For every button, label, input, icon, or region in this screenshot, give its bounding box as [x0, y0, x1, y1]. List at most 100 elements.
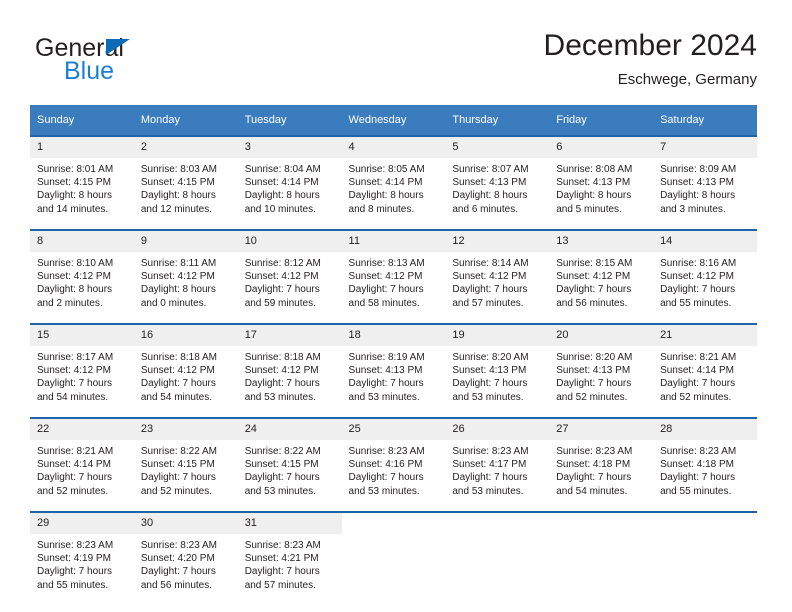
daylight-text-line1: Daylight: 7 hours	[452, 378, 528, 390]
daylight-text-line1: Daylight: 7 hours	[452, 472, 528, 484]
sunrise-text: Sunrise: 8:15 AM	[556, 258, 633, 269]
daylight-text-line1: Daylight: 7 hours	[244, 284, 320, 296]
day-number-empty	[341, 513, 446, 534]
sunrise-text: Sunrise: 8:23 AM	[556, 446, 633, 457]
sunset-text: Sunset: 4:12 PM	[140, 271, 215, 283]
day-number: 22	[30, 419, 134, 440]
day-number: 6	[549, 137, 654, 158]
day-cell: Sunrise: 8:13 AM Sunset: 4:12 PM Dayligh…	[341, 252, 446, 323]
daylight-text-line1: Daylight: 7 hours	[140, 378, 216, 390]
daylight-text-line2: and 55 minutes.	[37, 579, 109, 591]
daylight-text-line1: Daylight: 7 hours	[244, 472, 320, 484]
day-number: 27	[549, 419, 654, 440]
day-cell: Sunrise: 8:21 AM Sunset: 4:14 PM Dayligh…	[30, 440, 134, 511]
logo-text-blue: Blue	[64, 57, 115, 85]
sunrise-text: Sunrise: 8:11 AM	[140, 258, 217, 269]
daylight-text-line2: and 57 minutes.	[244, 579, 316, 591]
day-number-row: 8 9 10 11 12 13 14	[30, 231, 757, 252]
day-number: 15	[30, 325, 134, 346]
daylight-text-line1: Daylight: 7 hours	[348, 378, 424, 390]
daylight-text-line2: and 54 minutes.	[37, 391, 109, 403]
daylight-text-line1: Daylight: 8 hours	[452, 190, 528, 202]
day-number: 8	[30, 231, 134, 252]
day-number: 10	[237, 231, 342, 252]
weekday-header-thursday: Thursday	[445, 105, 550, 135]
page-title: December 2024	[543, 29, 757, 62]
daylight-text-line2: and 12 minutes.	[140, 203, 213, 215]
daylight-text-line2: and 55 minutes.	[660, 485, 732, 497]
daylight-text-line2: and 53 minutes.	[452, 391, 524, 403]
day-number: 17	[237, 325, 342, 346]
day-number-row: 1 2 3 4 5 6 7	[30, 137, 757, 158]
day-number-empty	[653, 513, 757, 534]
daylight-text-line1: Daylight: 8 hours	[348, 190, 424, 202]
sunset-text: Sunset: 4:15 PM	[140, 177, 215, 189]
daylight-text-line1: Daylight: 7 hours	[556, 378, 632, 390]
daylight-text-line2: and 53 minutes.	[244, 391, 316, 403]
day-number: 23	[133, 419, 238, 440]
day-cell: Sunrise: 8:19 AM Sunset: 4:13 PM Dayligh…	[341, 346, 446, 417]
sunrise-text: Sunrise: 8:22 AM	[140, 446, 217, 457]
day-number: 4	[341, 137, 446, 158]
sunset-text: Sunset: 4:13 PM	[556, 177, 631, 189]
sunset-text: Sunset: 4:18 PM	[556, 459, 631, 471]
sunrise-text: Sunrise: 8:18 AM	[244, 352, 321, 363]
day-cell: Sunrise: 8:03 AM Sunset: 4:15 PM Dayligh…	[133, 158, 238, 229]
sunset-text: Sunset: 4:12 PM	[37, 271, 111, 283]
daylight-text-line2: and 0 minutes.	[140, 297, 207, 309]
day-number: 5	[445, 137, 550, 158]
day-cell-empty	[445, 534, 550, 605]
day-detail-row: Sunrise: 8:23 AM Sunset: 4:19 PM Dayligh…	[30, 534, 757, 605]
day-cell: Sunrise: 8:08 AM Sunset: 4:13 PM Dayligh…	[549, 158, 654, 229]
day-cell: Sunrise: 8:05 AM Sunset: 4:14 PM Dayligh…	[341, 158, 446, 229]
day-cell-empty	[341, 534, 446, 605]
day-cell: Sunrise: 8:23 AM Sunset: 4:21 PM Dayligh…	[237, 534, 342, 605]
daylight-text-line1: Daylight: 8 hours	[140, 284, 216, 296]
day-cell: Sunrise: 8:23 AM Sunset: 4:18 PM Dayligh…	[549, 440, 654, 511]
daylight-text-line1: Daylight: 8 hours	[37, 284, 113, 296]
day-cell: Sunrise: 8:09 AM Sunset: 4:13 PM Dayligh…	[653, 158, 757, 229]
sunset-text: Sunset: 4:12 PM	[348, 271, 423, 283]
day-number: 2	[133, 137, 238, 158]
sunset-text: Sunset: 4:13 PM	[660, 177, 734, 189]
daylight-text-line1: Daylight: 7 hours	[140, 566, 216, 578]
daylight-text-line1: Daylight: 8 hours	[660, 190, 736, 202]
calendar-body: 1 2 3 4 5 6 7 Sunrise: 8:01 AM Sunset: 4…	[30, 135, 757, 605]
logo-triangle-icon	[106, 39, 130, 55]
calendar-header: Sunday Monday Tuesday Wednesday Thursday…	[30, 105, 757, 135]
sunset-text: Sunset: 4:12 PM	[244, 365, 319, 377]
day-cell: Sunrise: 8:23 AM Sunset: 4:17 PM Dayligh…	[445, 440, 550, 511]
weekday-header-friday: Friday	[549, 105, 654, 135]
title-block: December 2024 Eschwege, Germany	[544, 28, 757, 90]
day-cell: Sunrise: 8:10 AM Sunset: 4:12 PM Dayligh…	[30, 252, 134, 323]
sunset-text: Sunset: 4:19 PM	[37, 553, 111, 565]
daylight-text-line2: and 56 minutes.	[556, 297, 628, 309]
day-number: 9	[133, 231, 238, 252]
sunset-text: Sunset: 4:13 PM	[452, 365, 527, 377]
day-number: 1	[30, 137, 134, 158]
sunrise-text: Sunrise: 8:08 AM	[556, 164, 633, 175]
daylight-text-line1: Daylight: 8 hours	[140, 190, 216, 202]
sunrise-text: Sunrise: 8:23 AM	[37, 540, 114, 551]
day-cell: Sunrise: 8:17 AM Sunset: 4:12 PM Dayligh…	[30, 346, 134, 417]
day-number: 7	[653, 137, 757, 158]
day-number-row: 15 16 17 18 19 20 21	[30, 325, 757, 346]
day-number: 11	[341, 231, 446, 252]
sunset-text: Sunset: 4:12 PM	[37, 365, 111, 377]
day-cell: Sunrise: 8:23 AM Sunset: 4:19 PM Dayligh…	[30, 534, 134, 605]
day-detail-row: Sunrise: 8:21 AM Sunset: 4:14 PM Dayligh…	[30, 440, 757, 511]
sunset-text: Sunset: 4:16 PM	[348, 459, 423, 471]
sunset-text: Sunset: 4:14 PM	[660, 365, 734, 377]
daylight-text-line2: and 14 minutes.	[37, 203, 109, 215]
weekday-header-tuesday: Tuesday	[237, 105, 342, 135]
daylight-text-line2: and 8 minutes.	[348, 203, 415, 215]
daylight-text-line2: and 58 minutes.	[348, 297, 420, 309]
sunset-text: Sunset: 4:13 PM	[556, 365, 631, 377]
day-number: 30	[133, 513, 238, 534]
calendar-page: General Blue December 2024 Eschwege, Ger…	[0, 0, 792, 612]
day-cell: Sunrise: 8:23 AM Sunset: 4:20 PM Dayligh…	[133, 534, 238, 605]
daylight-text-line1: Daylight: 7 hours	[37, 472, 113, 484]
sunrise-text: Sunrise: 8:12 AM	[244, 258, 321, 269]
day-number: 18	[341, 325, 446, 346]
day-number: 28	[653, 419, 757, 440]
